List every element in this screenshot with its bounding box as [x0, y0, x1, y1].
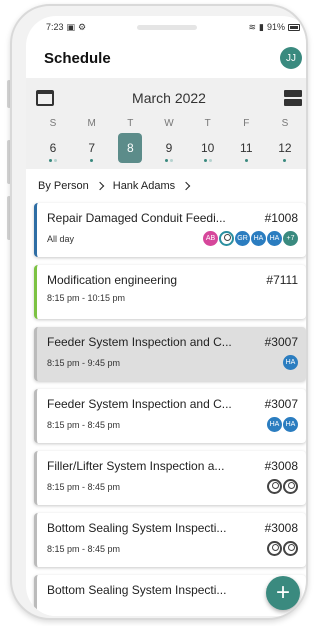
month-label[interactable]: March 2022 — [132, 90, 206, 106]
assignee-avatar: HA — [283, 417, 298, 432]
date-cell[interactable]: 11 — [231, 133, 261, 163]
event-title: Feeder System Inspection and C... — [47, 335, 232, 349]
chevron-right-icon — [95, 181, 104, 191]
layout-toggle-icon[interactable] — [284, 90, 302, 106]
person-icon — [283, 541, 298, 556]
assignee-avatar: +7 — [283, 231, 298, 246]
weekday-label: S — [49, 118, 57, 129]
add-event-button[interactable]: + — [266, 576, 300, 610]
filter-mode[interactable]: By Person — [38, 180, 89, 192]
assignee-avatar: GR — [235, 231, 250, 246]
date-cell[interactable]: 12 — [270, 133, 300, 163]
date-cell[interactable]: 6 — [38, 133, 68, 163]
event-number: #3008 — [264, 459, 298, 473]
page-title: Schedule — [44, 49, 111, 67]
assignee-list: HA HA — [267, 417, 298, 432]
date-cell-selected[interactable]: 8 — [118, 133, 143, 163]
assignee-avatar: HA — [283, 355, 298, 370]
event-card[interactable]: Filler/Lifter System Inspection a... #300… — [34, 451, 306, 505]
date-cell[interactable]: 9 — [154, 133, 184, 163]
event-title: Filler/Lifter System Inspection a... — [47, 459, 225, 473]
date-cell[interactable]: 7 — [77, 133, 107, 163]
app-bar: Schedule JJ — [26, 38, 306, 78]
assignee-avatar: HA — [251, 231, 266, 246]
event-number: #3008 — [264, 521, 298, 535]
calendar-icon[interactable] — [36, 90, 54, 106]
weekday-label: M — [87, 118, 96, 129]
event-time: 8:15 pm - 8:45 pm — [47, 543, 121, 554]
settings-icon: ⚙ — [78, 21, 87, 32]
event-number: #3007 — [264, 397, 298, 411]
assignee-list: AB GR HA HA +7 — [203, 231, 298, 246]
assignee-avatar: HA — [267, 231, 282, 246]
chevron-right-icon — [181, 181, 191, 191]
event-title: Repair Damaged Conduit Feedi... — [47, 211, 226, 225]
user-avatar[interactable]: JJ — [280, 47, 302, 69]
notification-icon: ▣ — [66, 21, 76, 32]
breadcrumb: By Person Hank Adams — [26, 169, 306, 203]
notch — [137, 24, 198, 30]
event-time: 8:15 pm - 8:45 pm — [47, 481, 121, 492]
event-list: Repair Damaged Conduit Feedi... #1008 All … — [26, 203, 306, 616]
week-calendar: March 2022 S M T W T F S 6 7 8 9 10 11 1… — [26, 78, 306, 169]
screen: 7:23 ▣ ⚙ ≋ ▮ 91% Schedule JJ March 2022 — [26, 16, 306, 616]
weekday-label: T — [127, 118, 134, 129]
person-icon — [267, 479, 282, 494]
battery-icon — [287, 23, 300, 31]
assignee-list — [267, 541, 298, 556]
battery-text: 91% — [266, 22, 285, 32]
event-card[interactable]: Repair Damaged Conduit Feedi... #1008 All … — [34, 203, 306, 257]
event-card[interactable]: Feeder System Inspection and C... #3007 8:… — [34, 327, 306, 381]
event-title: Modification engineering — [47, 273, 178, 287]
event-time: 8:15 pm - 8:45 pm — [47, 419, 121, 430]
event-time: 8:15 pm - 9:45 pm — [47, 357, 121, 368]
signal-icon: ▮ — [259, 21, 264, 32]
date-row: 6 7 8 9 10 11 12 — [36, 133, 302, 163]
event-card[interactable]: Modification engineering #7111 8:15 pm - 1… — [34, 265, 306, 319]
assignee-avatar: AB — [203, 231, 218, 246]
assignee-list: HA — [283, 355, 298, 370]
status-bar: 7:23 ▣ ⚙ ≋ ▮ 91% — [26, 16, 306, 38]
date-cell[interactable]: 10 — [193, 133, 223, 163]
person-icon — [219, 231, 234, 246]
weekday-label: S — [281, 118, 289, 129]
event-title: Bottom Sealing System Inspecti... — [47, 521, 227, 535]
event-time: All day — [47, 233, 75, 244]
event-card[interactable]: Bottom Sealing System Inspecti... #3008 8:… — [34, 513, 306, 567]
weekday-label: T — [204, 118, 211, 129]
event-number: #1008 — [264, 211, 298, 225]
filter-person[interactable]: Hank Adams — [113, 180, 175, 192]
assignee-avatar: HA — [267, 417, 282, 432]
event-number: #7111 — [266, 273, 298, 287]
event-card[interactable]: Feeder System Inspection and C... #3007 8:… — [34, 389, 306, 443]
weekday-label: W — [164, 118, 174, 129]
wifi-icon: ≋ — [248, 21, 257, 32]
weekday-label: F — [243, 118, 250, 129]
weekday-row: S M T W T F S — [36, 118, 302, 129]
status-time: 7:23 — [46, 22, 64, 32]
phone-frame: 7:23 ▣ ⚙ ≋ ▮ 91% Schedule JJ March 2022 — [10, 4, 308, 620]
assignee-list — [267, 479, 298, 494]
event-title: Feeder System Inspection and C... — [47, 397, 232, 411]
event-number: #3007 — [264, 335, 298, 349]
person-icon — [267, 541, 282, 556]
event-time: 8:15 pm - 10:15 pm — [47, 293, 126, 303]
event-title: Bottom Sealing System Inspecti... — [47, 583, 227, 597]
person-icon — [283, 479, 298, 494]
